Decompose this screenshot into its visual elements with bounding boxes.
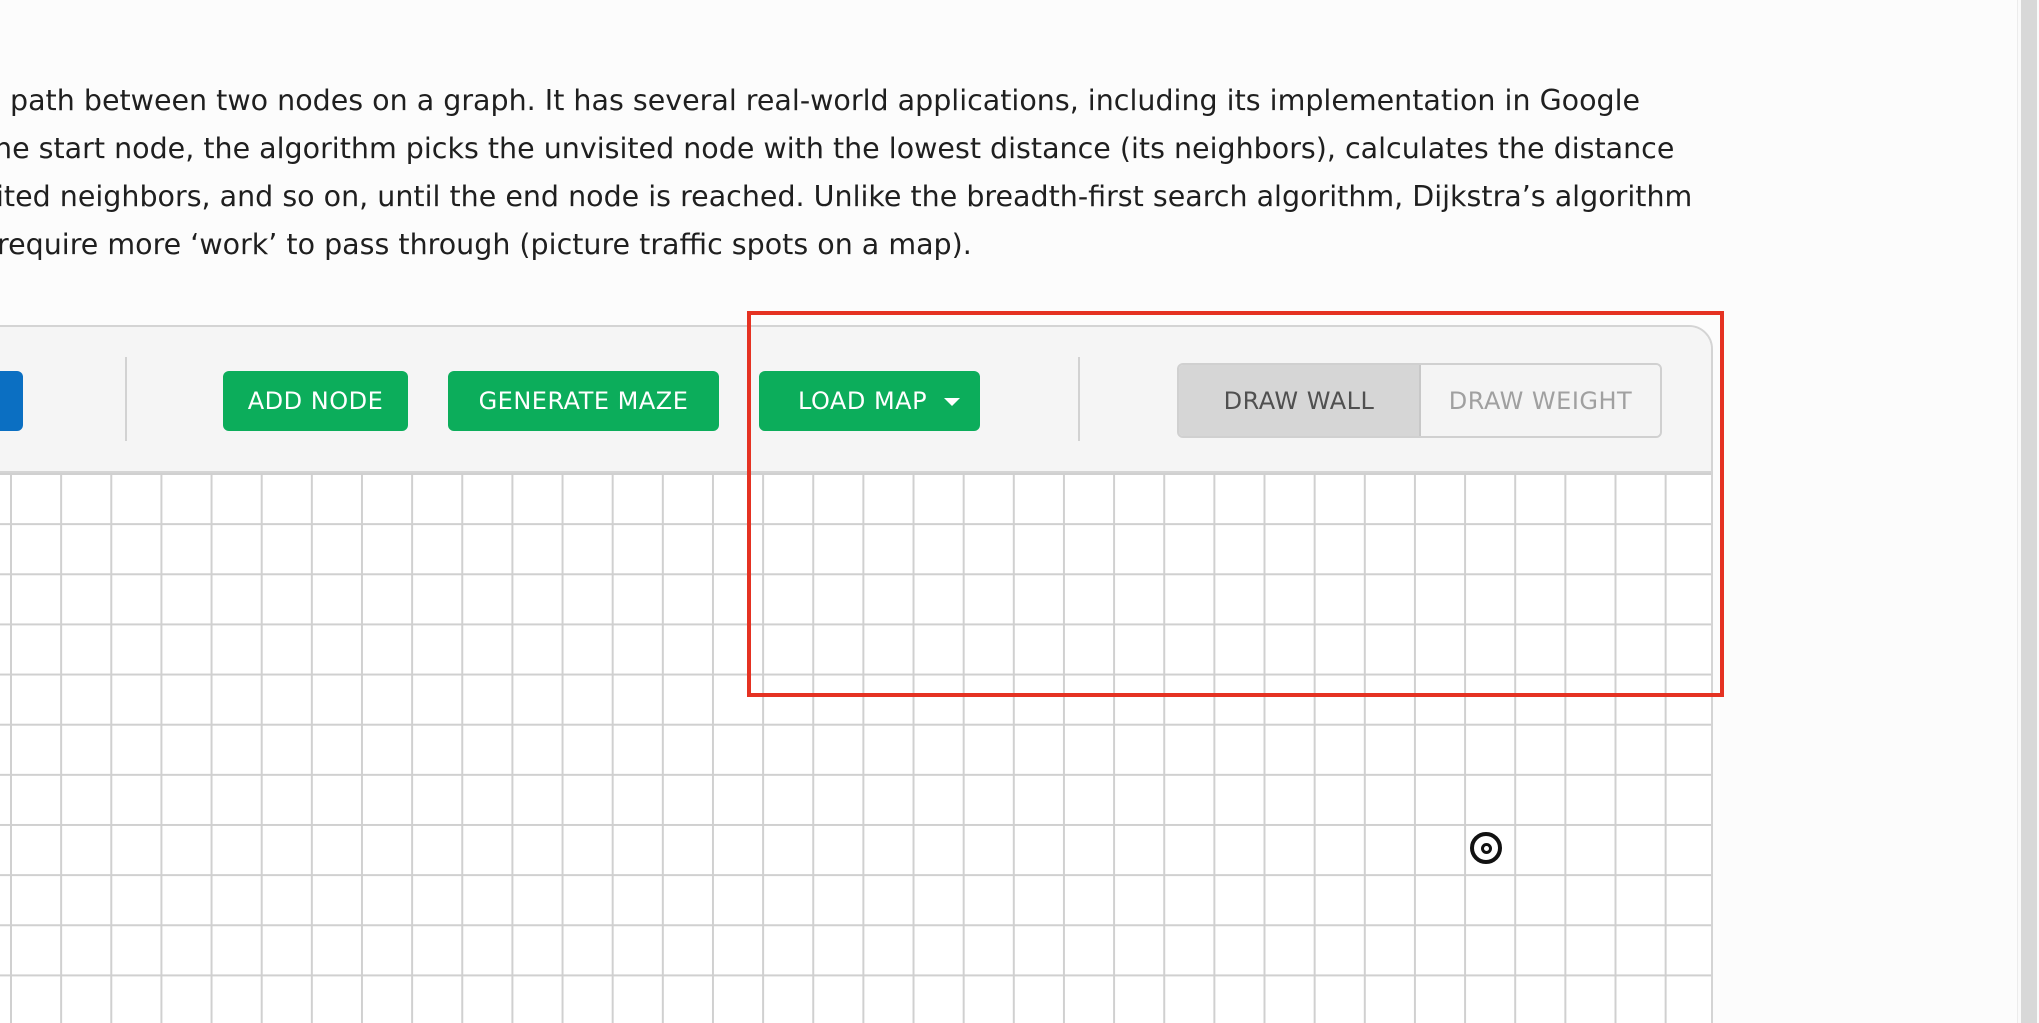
draw-wall-label: DRAW WALL (1223, 386, 1375, 415)
draw-mode-toggle: DRAW WALL DRAW WEIGHT (1177, 363, 1662, 438)
load-map-label: LOAD MAP (797, 387, 928, 415)
load-map-dropdown-button[interactable]: LOAD MAP (759, 371, 980, 431)
description-line: ited neighbors, and so on, until the end… (0, 180, 1693, 213)
description-line: require more ‘work’ to pass through (pic… (0, 228, 972, 261)
description-line: he start node, the algorithm picks the u… (0, 132, 1675, 165)
scrollbar-thumb[interactable] (2021, 0, 2037, 1023)
toolbar-divider (125, 357, 127, 441)
node-grid[interactable] (0, 473, 1711, 1023)
generate-maze-button[interactable]: GENERATE MAZE (448, 371, 719, 431)
add-node-label: ADD NODE (247, 387, 384, 415)
generate-maze-label: GENERATE MAZE (478, 387, 689, 415)
toolbar-divider (1078, 357, 1080, 441)
draw-weight-option[interactable]: DRAW WEIGHT (1421, 365, 1660, 436)
target-icon[interactable] (1470, 832, 1502, 864)
caret-down-icon (944, 398, 960, 406)
description-line: path between two nodes on a graph. It ha… (10, 84, 1641, 117)
pathfinding-visualizer: ADD NODE GENERATE MAZE LOAD MAP DRAW WAL… (0, 325, 1713, 1023)
add-node-button[interactable]: ADD NODE (223, 371, 408, 431)
page-viewport: path between two nodes on a graph. It ha… (0, 0, 2039, 1023)
run-visualize-button[interactable] (0, 371, 23, 431)
visualizer-toolbar: ADD NODE GENERATE MAZE LOAD MAP DRAW WAL… (0, 327, 1711, 473)
draw-weight-label: DRAW WEIGHT (1448, 386, 1633, 415)
draw-wall-option[interactable]: DRAW WALL (1179, 365, 1421, 436)
target-icon-core (1480, 842, 1492, 854)
